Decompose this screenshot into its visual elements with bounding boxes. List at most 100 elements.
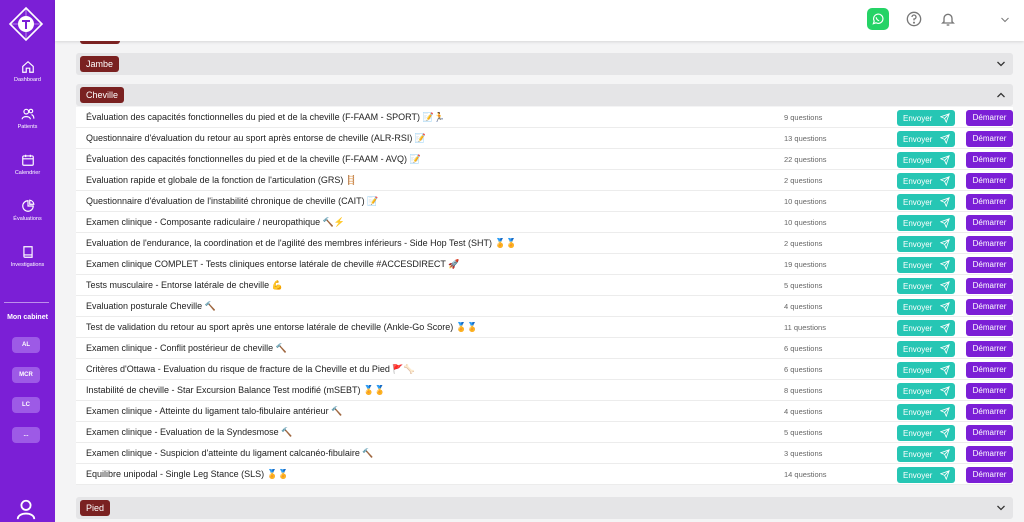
start-button[interactable]: Démarrer (966, 425, 1013, 441)
cabinet-title: Mon cabinet (7, 314, 48, 321)
nav-patients[interactable]: Patients (0, 107, 55, 130)
send-button[interactable]: Envoyer (897, 215, 955, 231)
table-row: Examen clinique COMPLET - Tests clinique… (76, 254, 1013, 275)
evaluation-title: Évaluation des capacités fonctionnelles … (86, 154, 421, 164)
start-button[interactable]: Démarrer (966, 383, 1013, 399)
send-button-label: Envoyer (903, 302, 933, 312)
start-button[interactable]: Démarrer (966, 173, 1013, 189)
start-button[interactable]: Démarrer (966, 257, 1013, 273)
send-icon (940, 365, 950, 375)
start-button[interactable]: Démarrer (966, 341, 1013, 357)
table-row: Tests musculaire - Entorse latérale de c… (76, 275, 1013, 296)
question-count: 6 questions (784, 365, 823, 374)
nav-investigations[interactable]: Investigations (0, 245, 55, 268)
top-bar (55, 0, 1024, 41)
start-button[interactable]: Démarrer (966, 446, 1013, 462)
calendar-icon (21, 154, 34, 166)
send-button[interactable]: Envoyer (897, 341, 955, 357)
send-button-label: Envoyer (903, 134, 933, 144)
cabinet-chip-al[interactable]: AL (12, 337, 40, 353)
start-button[interactable]: Démarrer (966, 131, 1013, 147)
send-button[interactable]: Envoyer (897, 173, 955, 189)
whatsapp-button[interactable] (867, 8, 889, 30)
table-row: Examen clinique - Composante radiculaire… (76, 212, 1013, 233)
section-jambe[interactable]: Jambe (76, 53, 1013, 75)
chevron-down-icon[interactable] (995, 502, 1007, 514)
send-icon (940, 470, 950, 480)
table-row: Test de validation du retour au sport ap… (76, 317, 1013, 338)
table-row: Questionnaire d'évaluation de l'instabil… (76, 191, 1013, 212)
cabinet-chip-more[interactable]: ... (12, 427, 40, 443)
send-button[interactable]: Envoyer (897, 257, 955, 273)
table-row: Instabilité de cheville - Star Excursion… (76, 380, 1013, 401)
send-button[interactable]: Envoyer (897, 278, 955, 294)
evaluation-title: Evaluation rapide et globale de la fonct… (86, 175, 358, 185)
section-pied[interactable]: Pied (76, 497, 1013, 519)
user-profile-icon[interactable] (15, 498, 37, 520)
send-button-label: Envoyer (903, 323, 933, 333)
send-button-label: Envoyer (903, 197, 933, 207)
nav-calendrier-label: Calendrier (14, 170, 41, 176)
start-button[interactable]: Démarrer (966, 404, 1013, 420)
help-icon[interactable] (906, 11, 922, 27)
section-pied-label: Pied (80, 500, 111, 516)
start-button[interactable]: Démarrer (966, 215, 1013, 231)
send-button[interactable]: Envoyer (897, 467, 955, 483)
chevron-up-icon[interactable] (995, 89, 1007, 101)
cabinet-chip-mcr[interactable]: MCR (12, 367, 40, 383)
question-count: 9 questions (784, 113, 823, 122)
cabinet-chip-lc[interactable]: LC (12, 397, 40, 413)
bell-icon[interactable] (940, 11, 956, 27)
start-button[interactable]: Démarrer (966, 320, 1013, 336)
send-button[interactable]: Envoyer (897, 320, 955, 336)
start-button[interactable]: Démarrer (966, 362, 1013, 378)
evaluation-title: Instabilité de cheville - Star Excursion… (86, 385, 386, 395)
section-cheville[interactable]: Cheville (76, 84, 1013, 106)
start-button[interactable]: Démarrer (966, 467, 1013, 483)
app-logo-icon[interactable] (8, 6, 44, 42)
table-row: Examen clinique - Conflit postérieur de … (76, 338, 1013, 359)
send-button[interactable]: Envoyer (897, 194, 955, 210)
evaluation-title: Test de validation du retour au sport ap… (86, 322, 479, 332)
chevron-down-icon[interactable] (995, 58, 1007, 70)
question-count: 14 questions (784, 470, 827, 479)
send-button[interactable]: Envoyer (897, 362, 955, 378)
table-row: Évaluation des capacités fonctionnelles … (76, 107, 1013, 128)
table-row: Examen clinique - Suspicion d'atteinte d… (76, 443, 1013, 464)
evaluation-title: Évaluation des capacités fonctionnelles … (86, 112, 445, 122)
nav-evaluations[interactable]: Évaluations (0, 199, 55, 222)
send-button[interactable]: Envoyer (897, 236, 955, 252)
chevron-down-icon[interactable] (999, 14, 1011, 26)
start-button[interactable]: Démarrer (966, 236, 1013, 252)
send-button[interactable]: Envoyer (897, 131, 955, 147)
send-button[interactable]: Envoyer (897, 110, 955, 126)
evaluation-title: Evaluation posturale Cheville 🔨 (86, 301, 216, 311)
question-count: 2 questions (784, 239, 823, 248)
question-count: 5 questions (784, 428, 823, 437)
start-button[interactable]: Démarrer (966, 194, 1013, 210)
start-button[interactable]: Démarrer (966, 278, 1013, 294)
question-count: 5 questions (784, 281, 823, 290)
evaluation-title: Tests musculaire - Entorse latérale de c… (86, 280, 283, 290)
send-button[interactable]: Envoyer (897, 299, 955, 315)
send-button[interactable]: Envoyer (897, 383, 955, 399)
nav-calendrier[interactable]: Calendrier (0, 153, 55, 176)
send-button-label: Envoyer (903, 260, 933, 270)
question-count: 4 questions (784, 302, 823, 311)
question-count: 10 questions (784, 218, 827, 227)
send-button-label: Envoyer (903, 365, 933, 375)
send-button-label: Envoyer (903, 155, 933, 165)
send-button-label: Envoyer (903, 344, 933, 354)
nav-patients-label: Patients (17, 124, 38, 130)
send-button[interactable]: Envoyer (897, 446, 955, 462)
nav-dashboard[interactable]: Dashboard (0, 60, 55, 83)
send-button[interactable]: Envoyer (897, 425, 955, 441)
start-button[interactable]: Démarrer (966, 110, 1013, 126)
start-button[interactable]: Démarrer (966, 299, 1013, 315)
send-button[interactable]: Envoyer (897, 152, 955, 168)
question-count: 19 questions (784, 260, 827, 269)
send-button-label: Envoyer (903, 176, 933, 186)
start-button[interactable]: Démarrer (966, 152, 1013, 168)
send-button[interactable]: Envoyer (897, 404, 955, 420)
evaluation-title: Examen clinique - Composante radiculaire… (86, 217, 346, 227)
